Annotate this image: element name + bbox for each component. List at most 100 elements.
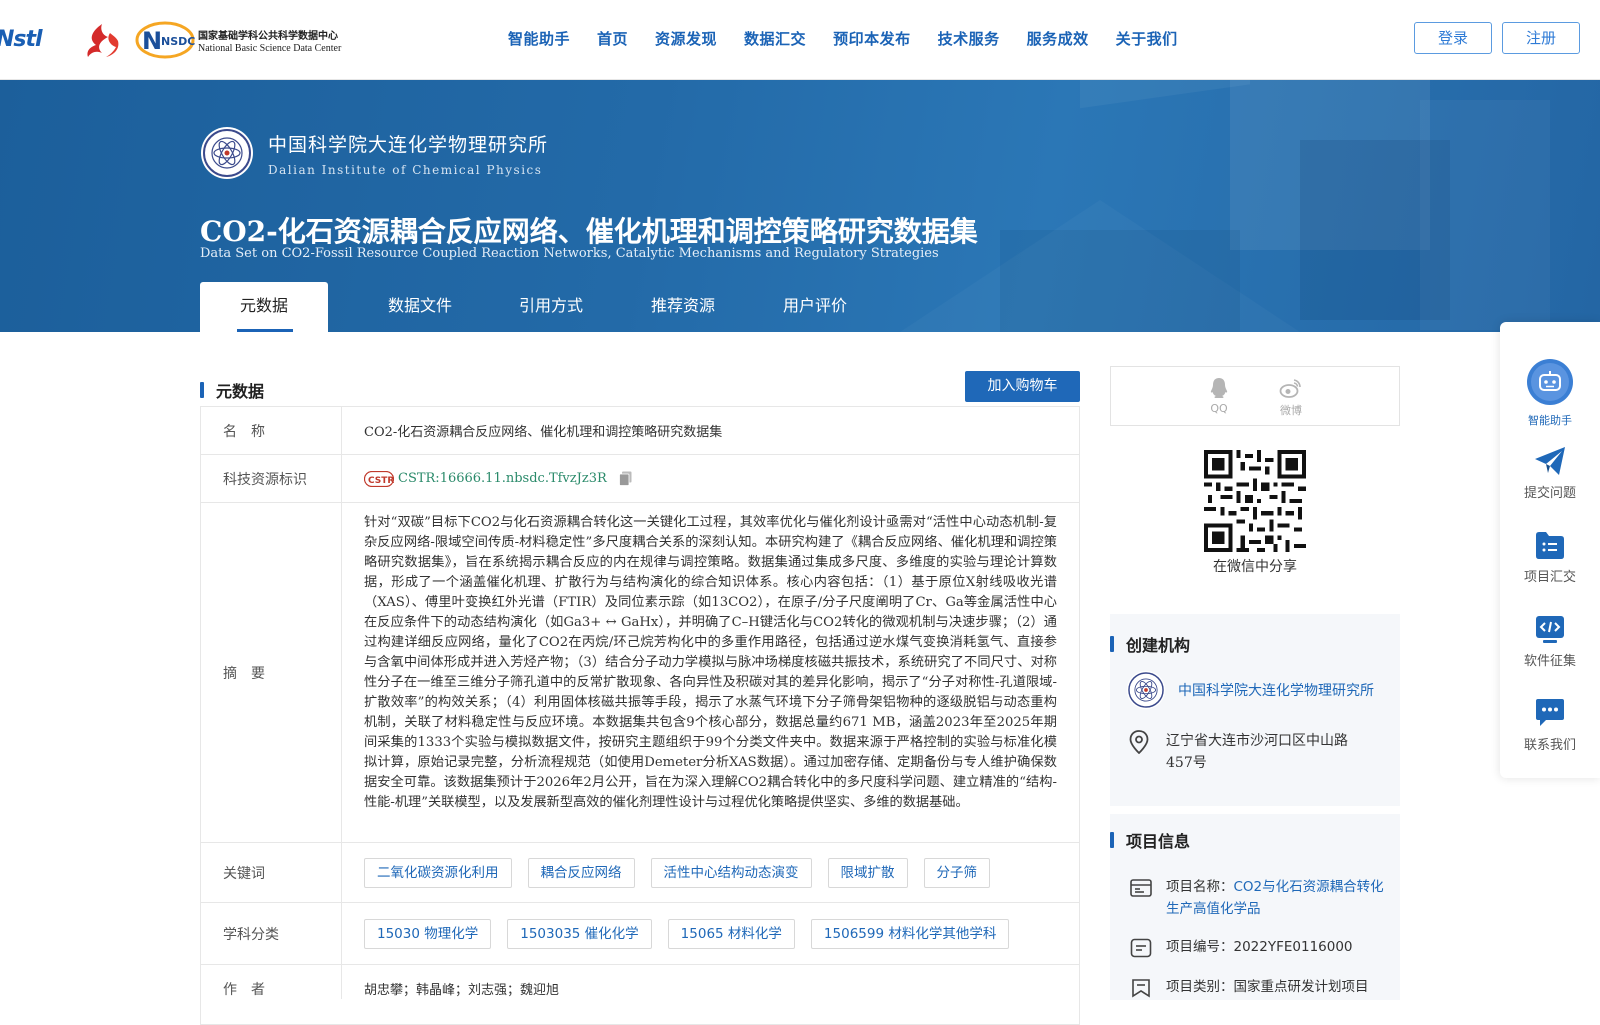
subject-tag[interactable]: 1503035 催化化学 xyxy=(507,918,652,949)
project-type-item: 项目类别：国家重点研发计划项目 xyxy=(1130,976,1390,998)
robot-icon xyxy=(1527,359,1573,405)
project-collect-button[interactable]: 项目汇交 xyxy=(1500,530,1600,585)
nsdc-cn-name: 国家基础学科公共科学数据中心 xyxy=(198,30,338,42)
wechat-share-label: 在微信中分享 xyxy=(1213,559,1297,575)
svg-text:NSDC: NSDC xyxy=(161,35,195,48)
keyword-tag[interactable]: 限域扩散 xyxy=(827,857,908,888)
nav-data-collection[interactable]: 数据汇交 xyxy=(744,28,806,49)
svg-text:N: N xyxy=(142,27,162,55)
submit-question-label: 提交问题 xyxy=(1523,486,1576,501)
nstl-logo[interactable]: Nstl xyxy=(0,25,66,55)
nsdc-mark-icon: N NSDC xyxy=(135,21,195,59)
authors-value: 胡忠攀；韩晶峰；刘志强；魏迎旭 xyxy=(364,983,560,998)
software-collect-label: 软件征集 xyxy=(1523,654,1576,669)
share-box: QQ 微博 xyxy=(1110,366,1400,426)
dataset-title-en: Data Set on CO2-Fossil Resource Coupled … xyxy=(200,246,939,261)
project-code-label: 项目编号： xyxy=(1166,939,1234,955)
tab-recommended[interactable]: 推荐资源 xyxy=(638,282,728,332)
ai-assistant-button[interactable]: 智能助手 xyxy=(1500,358,1600,428)
cstr-link[interactable]: CSTR:16666.11.nbsdc.TfvzJz3R xyxy=(398,471,607,486)
share-weibo[interactable]: 微博 xyxy=(1271,377,1311,418)
row-key: 科技资源标识 xyxy=(201,455,342,502)
add-to-cart-button[interactable]: 加入购物车 xyxy=(965,371,1080,402)
nav-resource-discovery[interactable]: 资源发现 xyxy=(655,28,717,49)
nav-service-results[interactable]: 服务成效 xyxy=(1027,28,1089,49)
keyword-tag[interactable]: 活性中心结构动态演变 xyxy=(650,857,812,888)
submit-question-button[interactable]: 提交问题 xyxy=(1500,446,1600,501)
id-card-icon xyxy=(1130,879,1152,897)
nav-ai-assistant[interactable]: 智能助手 xyxy=(508,28,570,49)
chat-bubble-icon xyxy=(1536,699,1564,726)
keyword-tag[interactable]: 耦合反应网络 xyxy=(527,857,635,888)
subject-tag[interactable]: 1506599 材料化学其他学科 xyxy=(810,918,1010,949)
creator-section-title: 创建机构 xyxy=(1126,636,1191,655)
document-icon xyxy=(1130,938,1152,958)
org-name-cn[interactable]: 中国科学院大连化学物理研究所 xyxy=(268,130,548,157)
abstract-value: 针对“双碳”目标下CO2与化石资源耦合转化这一关键化工过程，其效率优化与催化剂设… xyxy=(364,515,1057,810)
org-header: 中国科学院大连化学物理研究所 Dalian Institute of Chemi… xyxy=(200,126,548,180)
contact-us-label: 联系我们 xyxy=(1523,738,1576,753)
cas-emblem-icon xyxy=(1126,670,1166,710)
software-collect-button[interactable]: 软件征集 xyxy=(1500,614,1600,669)
row-key: 学科分类 xyxy=(201,903,342,964)
project-code-value: 2022YFE0116000 xyxy=(1233,939,1353,955)
keyword-tag[interactable]: 二氧化碳资源化利用 xyxy=(364,857,512,888)
dataset-banner: 中国科学院大连化学物理研究所 Dalian Institute of Chemi… xyxy=(0,80,1600,332)
detail-tabs: 元数据 数据文件 引用方式 推荐资源 用户评价 xyxy=(200,282,860,332)
section-bar xyxy=(1110,832,1114,848)
contact-us-button[interactable]: 联系我们 xyxy=(1500,698,1600,753)
tab-data-files[interactable]: 数据文件 xyxy=(370,282,470,332)
table-row: 作 者 胡忠攀；韩晶峰；刘志强；魏迎旭 xyxy=(200,965,1080,1025)
creator-org[interactable]: 中国科学院大连化学物理研究所 xyxy=(1126,670,1374,710)
table-row: 科技资源标识 CSTR CSTR:16666.11.nbsdc.TfvzJz3R xyxy=(200,455,1080,503)
ai-assistant-label: 智能助手 xyxy=(1528,414,1572,427)
tab-citation[interactable]: 引用方式 xyxy=(506,282,596,332)
row-key: 作 者 xyxy=(201,965,342,999)
metadata-section-header: 元数据 xyxy=(200,378,264,402)
red-flame-logo-icon[interactable] xyxy=(80,21,120,59)
floating-sidebar: 智能助手 提交问题 项目汇交 软件征集 联系我们 xyxy=(1500,322,1600,778)
nsdc-logo[interactable]: N NSDC 国家基础学科公共科学数据中心 National Basic Sci… xyxy=(134,20,341,60)
metadata-table: 名 称 CO2-化石资源耦合反应网络、催化机理和调控策略研究数据集 科技资源标识… xyxy=(200,406,1080,1025)
org-name-en: Dalian Institute of Chemical Physics xyxy=(268,162,543,177)
project-section-header: 项目信息 xyxy=(1110,828,1190,852)
subject-tag[interactable]: 15030 物理化学 xyxy=(364,918,492,949)
qq-label: QQ xyxy=(1210,402,1228,415)
project-name-item: 项目名称：CO2与化石资源耦合转化生产高值化学品 xyxy=(1130,876,1390,920)
nsdc-en-name: National Basic Science Data Center xyxy=(198,42,342,54)
section-bar xyxy=(200,382,204,398)
dataset-name-value: CO2-化石资源耦合反应网络、催化机理和调控策略研究数据集 xyxy=(364,425,723,440)
row-key: 摘 要 xyxy=(201,503,342,842)
keyword-tag[interactable]: 分子筛 xyxy=(923,857,990,888)
creator-section-header: 创建机构 xyxy=(1110,632,1190,656)
metadata-section-title: 元数据 xyxy=(216,382,265,401)
svg-text:CSTR: CSTR xyxy=(368,476,394,486)
creator-name[interactable]: 中国科学院大连化学物理研究所 xyxy=(1178,680,1374,700)
qq-icon xyxy=(1210,378,1228,398)
subject-tags: 15030 物理化学 1503035 催化化学 15065 材料化学 15065… xyxy=(364,918,1025,949)
top-header: Nstl N NSDC 国家基础学科公共科学数据中心 National Basi… xyxy=(0,0,1600,80)
share-qq[interactable]: QQ xyxy=(1199,377,1239,415)
nav-home[interactable]: 首页 xyxy=(597,28,628,49)
register-button[interactable]: 注册 xyxy=(1502,22,1580,54)
tab-metadata[interactable]: 元数据 xyxy=(200,282,328,332)
dataset-title: CO2-化石资源耦合反应网络、催化机理和调控策略研究数据集 xyxy=(200,215,978,248)
copy-icon[interactable] xyxy=(618,471,632,486)
project-name-label: 项目名称： xyxy=(1166,879,1234,895)
nav-about[interactable]: 关于我们 xyxy=(1116,28,1178,49)
weibo-label: 微博 xyxy=(1280,404,1302,417)
table-row: 名 称 CO2-化石资源耦合反应网络、催化机理和调控策略研究数据集 xyxy=(200,407,1080,455)
folder-list-icon xyxy=(1536,532,1564,559)
section-bar xyxy=(1110,636,1114,652)
logo-group: Nstl N NSDC 国家基础学科公共科学数据中心 National Basi… xyxy=(0,18,341,62)
subject-tag[interactable]: 15065 材料化学 xyxy=(667,918,795,949)
creator-address: 辽宁省大连市沙河口区中山路 457号 xyxy=(1128,730,1376,774)
nav-tech-service[interactable]: 技术服务 xyxy=(938,28,1000,49)
table-row: 关键词 二氧化碳资源化利用 耦合反应网络 活性中心结构动态演变 限域扩散 分子筛 xyxy=(200,843,1080,903)
creator-panel: 创建机构 中国科学院大连化学物理研究所 辽宁省大连市沙河口区中山路 457号 xyxy=(1110,614,1400,806)
nav-preprint[interactable]: 预印本发布 xyxy=(833,28,911,49)
row-key: 名 称 xyxy=(201,407,342,454)
tab-user-reviews[interactable]: 用户评价 xyxy=(770,282,860,332)
table-row: 学科分类 15030 物理化学 1503035 催化化学 15065 材料化学 … xyxy=(200,903,1080,965)
login-button[interactable]: 登录 xyxy=(1414,22,1492,54)
